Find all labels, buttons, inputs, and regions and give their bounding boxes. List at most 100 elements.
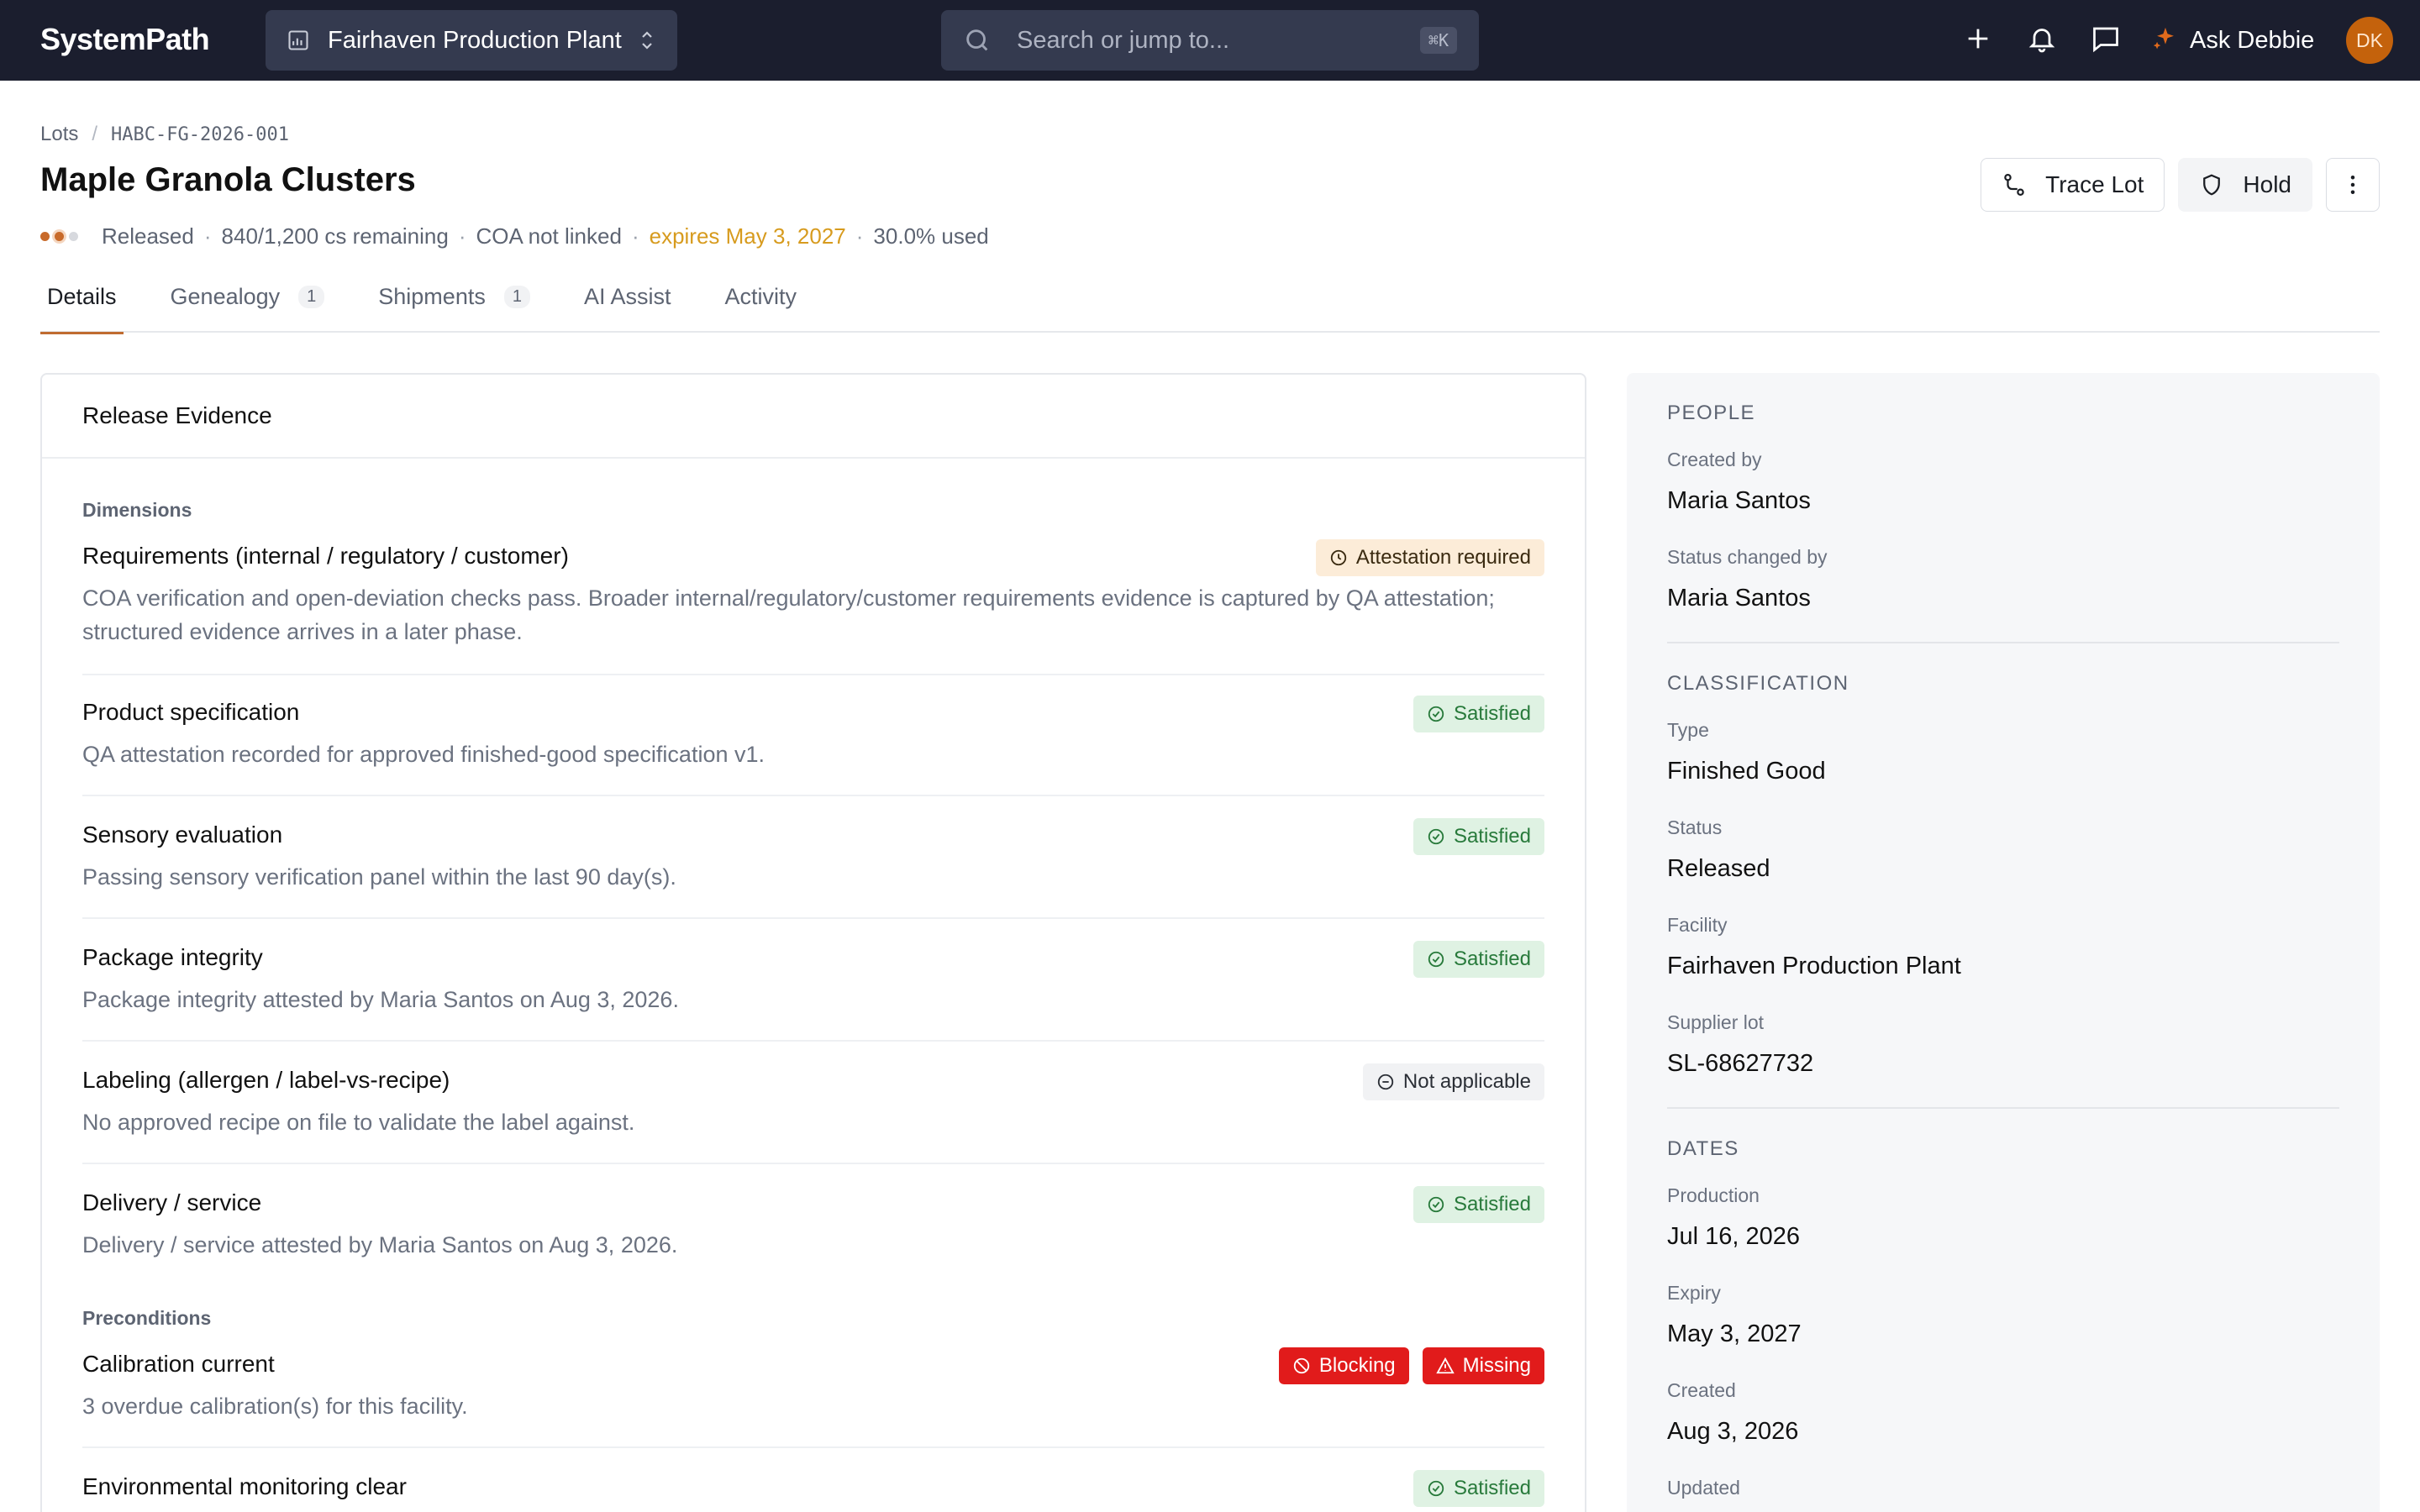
evidence-desc: Passing sensory verification panel withi…: [82, 864, 676, 890]
facility-switcher[interactable]: Fairhaven Production Plant: [266, 10, 677, 71]
tab-label: Genealogy: [170, 284, 281, 309]
user-avatar[interactable]: DK: [2346, 17, 2393, 64]
sidebar-divider: [1667, 642, 2339, 643]
status-dots-icon: [40, 232, 83, 241]
brand-logo[interactable]: SystemPath: [40, 22, 210, 57]
evidence-desc: Package integrity attested by Maria Sant…: [82, 987, 679, 1012]
lot-status: Released: [102, 223, 194, 249]
sidebar-divider: [1667, 1107, 2339, 1109]
hold-button[interactable]: Hold: [2178, 158, 2312, 212]
sparkle-icon: [2151, 25, 2181, 55]
check-circle-icon: [1428, 828, 1444, 845]
ask-debbie-button[interactable]: Ask Debbie: [2151, 20, 2314, 60]
status-changed-label: Status changed by: [1667, 546, 1828, 568]
missing-badge[interactable]: Missing: [1422, 1347, 1544, 1384]
status-value: Released: [1667, 855, 1770, 882]
satisfied-badge[interactable]: Satisfied: [1413, 818, 1544, 855]
page-actions: Trace Lot Hold: [1967, 158, 2380, 212]
tab-label: Details: [47, 284, 117, 309]
breadcrumb-current: HABC-FG-2026-001: [111, 123, 289, 145]
evidence-row-product-spec: Product specification Satisfied QA attes…: [82, 696, 1544, 796]
row-divider: [82, 674, 1544, 675]
check-circle-icon: [1428, 1196, 1444, 1213]
breadcrumb: Lots / HABC-FG-2026-001: [40, 123, 289, 146]
tab-label: Shipments: [378, 284, 486, 309]
expiry-label: Expiry: [1667, 1282, 1721, 1304]
row-divider: [82, 1040, 1544, 1042]
chat-icon: [2090, 24, 2122, 58]
tab-genealogy[interactable]: Genealogy 1: [164, 281, 332, 333]
satisfied-badge[interactable]: Satisfied: [1413, 696, 1544, 732]
row-divider: [82, 1163, 1544, 1164]
breadcrumb-lots-link[interactable]: Lots: [40, 123, 78, 146]
production-label: Production: [1667, 1184, 1760, 1206]
satisfied-badge[interactable]: Satisfied: [1413, 941, 1544, 978]
clock-icon: [1330, 549, 1347, 566]
trace-lot-label: Trace Lot: [2045, 171, 2144, 197]
row-divider: [82, 795, 1544, 796]
satisfied-badge[interactable]: Satisfied: [1413, 1470, 1544, 1507]
more-actions-button[interactable]: [2326, 158, 2380, 212]
evidence-desc: QA attestation recorded for approved fin…: [82, 742, 765, 767]
messages-button[interactable]: [2086, 20, 2126, 60]
blocking-badge[interactable]: Blocking: [1278, 1347, 1409, 1384]
evidence-desc: Delivery / service attested by Maria San…: [82, 1232, 678, 1257]
type-value: Finished Good: [1667, 758, 1826, 785]
notifications-button[interactable]: [2022, 20, 2062, 60]
evidence-row-requirements: Requirements (internal / regulatory / cu…: [82, 539, 1544, 675]
created-label: Created: [1667, 1379, 1736, 1401]
evidence-row-environmental: Environmental monitoring clear Satisfied: [82, 1470, 1544, 1507]
search-input[interactable]: [1017, 26, 1420, 55]
evidence-title: Delivery / service: [82, 1189, 262, 1215]
lot-expires: expires May 3, 2027: [649, 223, 846, 249]
card-title: Release Evidence: [42, 375, 1585, 459]
evidence-row-package: Package integrity Satisfied Package inte…: [82, 941, 1544, 1042]
badge-label: Missing: [1462, 1354, 1531, 1377]
supplier-lot-label: Supplier lot: [1667, 1011, 1765, 1033]
evidence-title: Package integrity: [82, 944, 263, 970]
badge-label: Satisfied: [1453, 948, 1531, 970]
production-value: Jul 16, 2026: [1667, 1223, 1801, 1250]
details-sidebar: PEOPLE Created by Maria Santos Status ch…: [1627, 373, 2380, 1512]
evidence-title: Environmental monitoring clear: [82, 1473, 407, 1499]
satisfied-badge[interactable]: Satisfied: [1413, 1186, 1544, 1223]
facility-icon: [286, 28, 311, 53]
global-search[interactable]: ⌘K: [941, 10, 1479, 71]
badge-label: Satisfied: [1453, 702, 1531, 725]
attestation-required-badge[interactable]: Attestation required: [1315, 539, 1544, 576]
tab-count: 1: [298, 286, 325, 308]
tab-ai-assist[interactable]: AI Assist: [577, 281, 678, 333]
evidence-row-delivery: Delivery / service Satisfied Delivery / …: [82, 1186, 1544, 1262]
tab-shipments[interactable]: Shipments 1: [371, 281, 537, 333]
created-value: Aug 3, 2026: [1667, 1418, 1799, 1445]
facility-value: Fairhaven Production Plant: [1667, 953, 1961, 979]
check-circle-icon: [1428, 1480, 1444, 1497]
breadcrumb-separator: /: [92, 123, 98, 145]
lot-remaining: 840/1,200 cs remaining: [221, 223, 449, 249]
check-circle-icon: [1428, 951, 1444, 968]
evidence-row-sensory: Sensory evaluation Satisfied Passing sen…: [82, 818, 1544, 919]
create-button[interactable]: [1958, 20, 1998, 60]
badge-label: Blocking: [1318, 1354, 1396, 1377]
status-changed-value: Maria Santos: [1667, 585, 1811, 612]
search-shortcut: ⌘K: [1419, 27, 1457, 54]
evidence-title: Product specification: [82, 699, 300, 725]
updated-label: Updated: [1667, 1477, 1740, 1499]
people-heading: PEOPLE: [1667, 402, 1756, 424]
row-divider: [82, 1446, 1544, 1448]
evidence-row-labeling: Labeling (allergen / label-vs-recipe) No…: [82, 1063, 1544, 1164]
top-bar: SystemPath Fairhaven Production Plant ⌘K: [0, 0, 2420, 81]
not-applicable-badge[interactable]: Not applicable: [1362, 1063, 1544, 1100]
release-evidence-card: Release Evidence Dimensions Requirements…: [40, 373, 1586, 1512]
tab-details[interactable]: Details: [40, 281, 124, 334]
badge-label: Satisfied: [1453, 1193, 1531, 1215]
evidence-title: Sensory evaluation: [82, 822, 283, 848]
badge-label: Not applicable: [1402, 1070, 1531, 1093]
tab-activity[interactable]: Activity: [718, 281, 804, 333]
bell-icon: [2027, 24, 2057, 58]
trace-lot-button[interactable]: Trace Lot: [1981, 158, 2165, 212]
preconditions-label: Preconditions: [82, 1307, 212, 1329]
badge-label: Attestation required: [1355, 546, 1531, 569]
evidence-desc: 3 overdue calibration(s) for this facili…: [82, 1394, 468, 1419]
evidence-desc: COA verification and open-deviation chec…: [82, 585, 1495, 644]
